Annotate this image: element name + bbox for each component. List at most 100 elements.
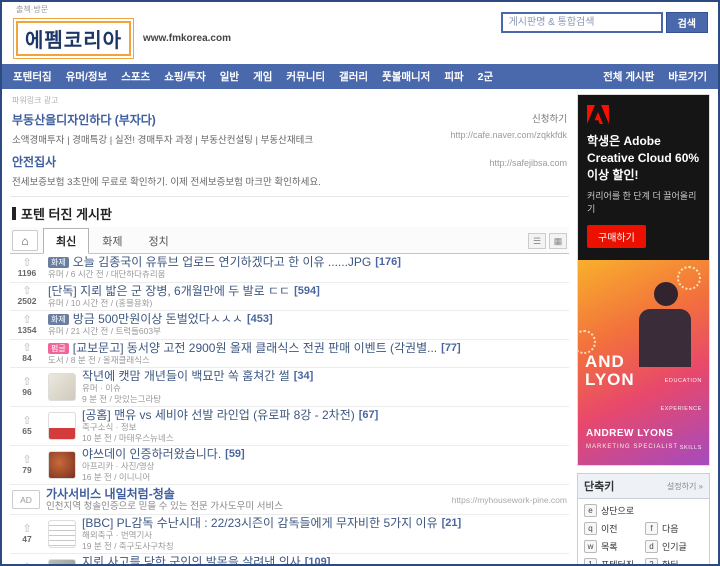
post-title-line: 펌글 [교보문고] 동서양 고전 2900원 올재 클래식스 전권 판매 이벤트 … <box>48 342 567 355</box>
doodle-coil-icon <box>578 330 596 355</box>
post-row: ⇧ 79 야쓰데이 인증하러왔습니다. [59] 아프리카 · 사진/영상 16 분 전 … <box>10 446 569 485</box>
post-thumbnail[interactable] <box>48 412 76 440</box>
powerlink-label: 파워링크 광고 <box>12 96 59 105</box>
post-body: [단독] 지뢰 밟은 군 장병, 6개월만에 두 발로 ㄷㄷ [594] 유머 / … <box>48 285 567 309</box>
vote-count: 47 <box>22 534 32 544</box>
post-title-line: 지뢰 사고를 당한 군인의 발목을 살려낸 의사 [109] <box>82 556 567 564</box>
sponsored-title[interactable]: 가사서비스 내일처럼-청솔 <box>46 487 446 501</box>
nav-item-4[interactable]: 일반 <box>213 64 246 89</box>
shortcut-w[interactable]: w 목록 <box>584 540 642 554</box>
vote-control[interactable]: ⇧58 <box>12 563 42 565</box>
comment-count[interactable]: [77] <box>441 342 461 355</box>
post-title[interactable]: 방금 500만원이상 돈벌었다ㅅㅅㅅ <box>73 313 243 326</box>
grid-view-icon[interactable]: ▦ <box>549 233 567 249</box>
upvote-icon[interactable]: ⇧ <box>12 563 42 565</box>
home-icon[interactable]: ⌂ <box>12 230 38 251</box>
key-label: 상단으로 <box>601 506 635 517</box>
vote-control[interactable]: ⇧ 1196 <box>12 257 42 278</box>
search-area: 검색 <box>500 12 708 33</box>
shortcuts-settings-link[interactable]: 설정하기 » <box>667 481 703 492</box>
comment-count[interactable]: [594] <box>294 285 320 298</box>
shortcut-f[interactable]: f 다음 <box>645 522 703 536</box>
nav-item-7[interactable]: 갤러리 <box>332 64 375 89</box>
nav-item-1[interactable]: 유머/정보 <box>59 64 115 89</box>
shortcut-q[interactable]: q 이전 <box>584 522 642 536</box>
post-meta: 유머 / 6 시간 전 / 대단하다츄리움 <box>48 270 166 279</box>
tab-list: 최신 화제 정치 <box>43 228 182 254</box>
vote-control[interactable]: ⇧ 96 <box>12 377 42 397</box>
post-row: ⇧ 47 [BBC] PL감독 수난시대 : 22/23시즌이 감독들에게 무자비한… <box>10 515 569 554</box>
vote-control[interactable]: ⇧ 1354 <box>12 314 42 335</box>
vote-control[interactable]: ⇧ 65 <box>12 416 42 436</box>
post-title[interactable]: [BBC] PL감독 수난시대 : 22/23시즌이 감독들에게 무자비한 5가… <box>82 517 438 530</box>
nav-item-9[interactable]: 피파 <box>437 64 470 89</box>
post-title[interactable]: 오늘 김종국이 유튜브 업로드 연기하겠다고 한 이유 ......JPG <box>73 256 372 269</box>
nav-item-5[interactable]: 게임 <box>246 64 279 89</box>
adobe-ad-banner[interactable]: 학생은 Adobe Creative Cloud 60% 이상 할인! 커리어를… <box>577 94 710 467</box>
shortcut-e[interactable]: e 상단으로 <box>584 504 642 518</box>
nav-item-8[interactable]: 풋볼매니저 <box>375 64 437 89</box>
powerlink-ads: 파워링크 광고 부동산을디자인하다 (부자다) 소액경매투자 | 경매특강 | 실… <box>10 94 569 197</box>
post-meta-secondary: 9 분 전 / 맛있는그라탕 <box>82 394 162 404</box>
post-thumbnail[interactable] <box>48 559 76 564</box>
key-label: 핫딜 <box>662 558 679 564</box>
post-thumbnail[interactable] <box>48 451 76 479</box>
powerlink-ad-title[interactable]: 안전집사 <box>12 155 56 169</box>
key-label: 다음 <box>662 524 679 535</box>
ad-cta-button[interactable]: 구매하기 <box>587 225 646 249</box>
post-thumbnail[interactable] <box>48 373 76 401</box>
search-input[interactable] <box>500 12 663 33</box>
post-body: 화제 오늘 김종국이 유튜브 업로드 연기하겠다고 한 이유 ......JPG[… <box>48 256 567 280</box>
vote-control[interactable]: ⇧ 79 <box>12 455 42 475</box>
vote-count: 2502 <box>17 296 37 307</box>
post-body: 펌글 [교보문고] 동서양 고전 2900원 올재 클래식스 전권 판매 이벤트 … <box>48 342 567 366</box>
comment-count[interactable]: [59] <box>225 448 245 461</box>
comment-count[interactable]: [109] <box>305 556 331 564</box>
post-title[interactable]: [교보문고] 동서양 고전 2900원 올재 클래식스 전권 판매 이벤트 (각… <box>73 342 437 355</box>
nav-right-item-0[interactable]: 전체 게시판 <box>596 64 661 89</box>
powerlink-ad: 안전집사 전세보증보험 3초만에 무료로 확인하기. 이제 전세보증보험 마크만 … <box>12 151 567 190</box>
tab-화제[interactable]: 화제 <box>89 228 135 254</box>
nav-right-item-1[interactable]: 바로가기 <box>661 64 714 89</box>
nav-item-6[interactable]: 커뮤니티 <box>279 64 332 89</box>
post-title[interactable]: [공홈] 맨유 vs 세비야 선발 라인업 (유로파 8강 - 2차전) <box>82 409 355 422</box>
post-meta: 유머 / 21 시간 전 / 트럭들603부 <box>48 327 161 336</box>
site-logo[interactable]: 에펨코리아 <box>13 18 134 59</box>
shortcut-1[interactable]: 1 포텐터짐 <box>584 558 642 564</box>
nav-item-3[interactable]: 쇼핑/투자 <box>157 64 213 89</box>
powerlink-ad-action[interactable]: 신청하기 <box>450 111 567 125</box>
post-title[interactable]: 지뢰 사고를 당한 군인의 발목을 살려낸 의사 <box>82 556 301 564</box>
post-title[interactable]: [단독] 지뢰 밟은 군 장병, 6개월만에 두 발로 ㄷㄷ <box>48 285 290 298</box>
powerlink-ad-desc: 소액경매투자 | 경매특강 | 실전! 경매투자 과정 | 부동산컨설팅 | 부… <box>12 135 314 146</box>
search-button[interactable]: 검색 <box>665 12 708 33</box>
vote-control[interactable]: ⇧ 47 <box>12 524 42 544</box>
poster-section-label: EDUCATION <box>664 378 702 385</box>
comment-count[interactable]: [176] <box>375 256 401 269</box>
post-body: 지뢰 사고를 당한 군인의 발목을 살려낸 의사[109]유머 · 이슈25 분… <box>82 556 567 564</box>
post-body: 야쓰데이 인증하러왔습니다. [59] 아프리카 · 사진/영상 16 분 전 / 이… <box>82 448 567 482</box>
nav-item-2[interactable]: 스포츠 <box>114 64 157 89</box>
powerlink-ad-title[interactable]: 부동산을디자인하다 (부자다) <box>12 113 156 127</box>
shortcut-2[interactable]: 2 핫딜 <box>645 558 703 564</box>
vote-control[interactable]: ⇧ 2502 <box>12 286 42 306</box>
list-view-icon[interactable]: ☰ <box>528 233 546 249</box>
key-cap: 2 <box>645 558 658 564</box>
nav-item-0[interactable]: 포텐터짐 <box>6 64 59 89</box>
post-title[interactable]: 작년에 캣맘 개년들이 백묘만 쏙 훔쳐간 썰 <box>82 370 290 383</box>
sponsored-row[interactable]: AD 가사서비스 내일처럼-청솔 인천지역 청솔인증으로 믿을 수 있는 전문 가사… <box>10 485 569 515</box>
site-url: www.fmkorea.com <box>143 33 231 44</box>
tab-정치[interactable]: 정치 <box>136 228 182 254</box>
tab-최신[interactable]: 최신 <box>43 228 90 254</box>
comment-count[interactable]: [34] <box>294 370 314 383</box>
post-title[interactable]: 야쓰데이 인증하러왔습니다. <box>82 448 221 461</box>
top-links[interactable]: 출첵·방문 <box>16 4 231 15</box>
shortcuts-panel: 단축키 설정하기 » e상단으로q이전f다음w목록d인기글1포텐터짐2핫딜3유머… <box>577 473 710 564</box>
post-thumbnail[interactable] <box>48 520 76 548</box>
post-body: 화제 방금 500만원이상 돈벌었다ㅅㅅㅅ [453] 유머 / 21 시간 전 / … <box>48 313 567 337</box>
shortcut-d[interactable]: d 인기글 <box>645 540 703 554</box>
comment-count[interactable]: [21] <box>442 517 462 530</box>
vote-control[interactable]: ⇧ 84 <box>12 343 42 363</box>
nav-item-10[interactable]: 2군 <box>471 64 501 89</box>
comment-count[interactable]: [453] <box>247 313 273 326</box>
comment-count[interactable]: [67] <box>359 409 379 422</box>
